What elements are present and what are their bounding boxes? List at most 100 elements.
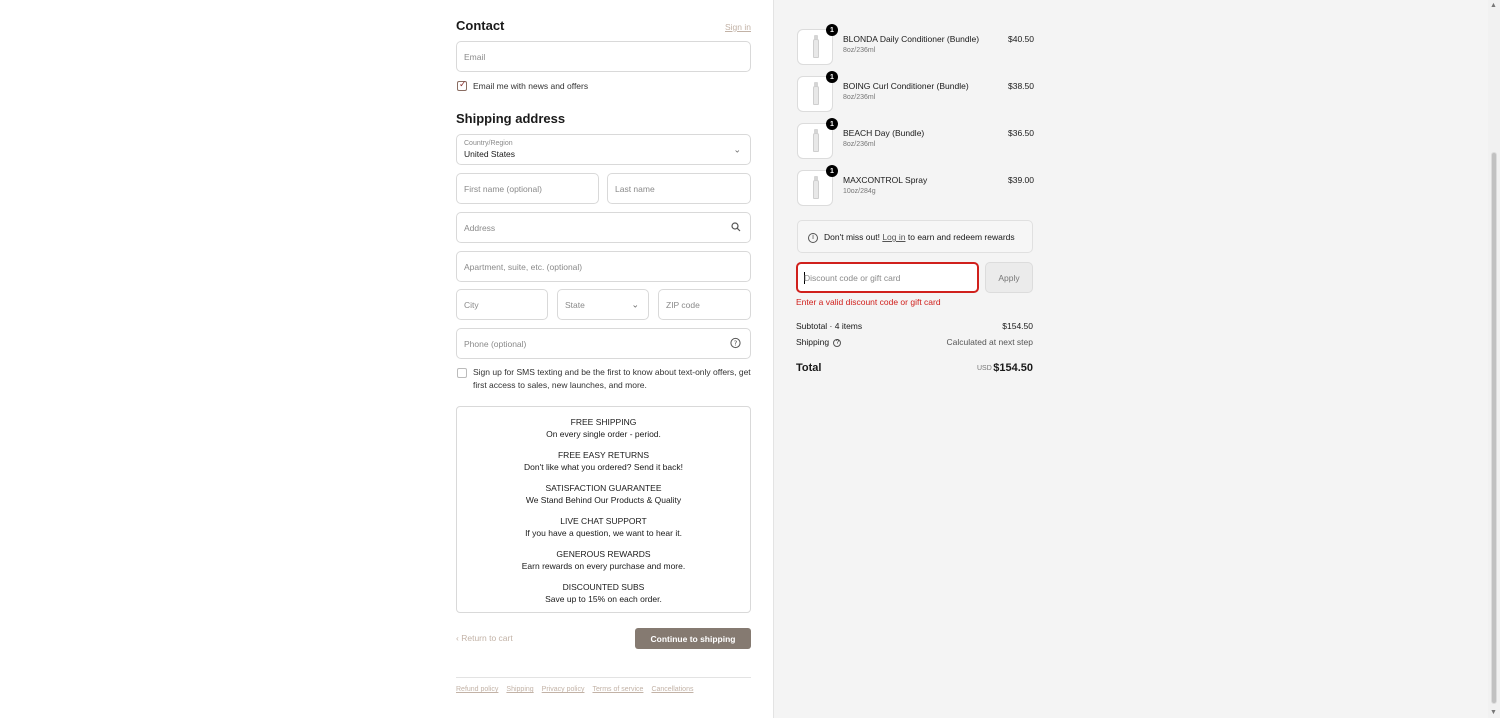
first-name-field[interactable]: First name (optional) bbox=[456, 173, 599, 204]
return-to-cart-label: Return to cart bbox=[461, 633, 513, 643]
sms-label: Sign up for SMS texting and be the first… bbox=[473, 366, 753, 391]
rewards-notice: i Don't miss out! Log in to earn and red… bbox=[797, 220, 1033, 253]
sms-checkbox[interactable] bbox=[457, 368, 467, 378]
address-placeholder: Address bbox=[464, 222, 496, 233]
benefit-item: FREE EASY RETURNS Don't like what you or… bbox=[457, 449, 750, 473]
email-field[interactable]: Email bbox=[456, 41, 751, 72]
cart-item: 1 MAXCONTROL Spray 10oz/284g $39.00 bbox=[797, 165, 1034, 206]
search-icon bbox=[731, 221, 741, 234]
cart-item: 1 BEACH Day (Bundle) 8oz/236ml $36.50 bbox=[797, 118, 1034, 159]
page-scrollbar[interactable]: ▲ ▼ bbox=[1488, 0, 1500, 718]
help-icon[interactable]: ? bbox=[730, 337, 741, 350]
last-name-placeholder: Last name bbox=[615, 183, 655, 194]
cart-item: 1 BOING Curl Conditioner (Bundle) 8oz/23… bbox=[797, 71, 1034, 112]
total-label: Total bbox=[796, 362, 822, 374]
first-name-placeholder: First name (optional) bbox=[464, 183, 542, 194]
item-price: $40.50 bbox=[1008, 34, 1034, 44]
shipping-row: Shipping ? Calculated at next step bbox=[796, 337, 1033, 347]
state-placeholder: State bbox=[565, 299, 585, 310]
phone-placeholder: Phone (optional) bbox=[464, 338, 527, 349]
benefit-title: LIVE CHAT SUPPORT bbox=[560, 516, 647, 526]
rewards-text: Don't miss out! Log in to earn and redee… bbox=[824, 232, 1015, 242]
benefit-title: GENEROUS REWARDS bbox=[556, 549, 651, 559]
chevron-left-icon: ‹ bbox=[456, 633, 459, 643]
quantity-badge: 1 bbox=[826, 24, 838, 36]
item-name: BOING Curl Conditioner (Bundle) bbox=[843, 81, 969, 91]
benefit-title: SATISFACTION GUARANTEE bbox=[545, 483, 662, 493]
info-icon: i bbox=[808, 233, 818, 243]
benefit-title: FREE EASY RETURNS bbox=[557, 450, 649, 460]
benefit-item: LIVE CHAT SUPPORT If you have a question… bbox=[457, 515, 750, 539]
scrollbar-thumb[interactable] bbox=[1491, 152, 1497, 704]
newsletter-label: Email me with news and offers bbox=[473, 81, 589, 91]
sms-line-2: first access to sales, new launches, and… bbox=[473, 379, 647, 390]
benefit-text: On every single order - period. bbox=[546, 429, 661, 439]
item-size: 10oz/284g bbox=[843, 188, 876, 195]
footer-links: Refund policy Shipping Privacy policy Te… bbox=[456, 686, 693, 693]
sign-in-link[interactable]: Sign in bbox=[725, 22, 751, 32]
continue-to-shipping-button[interactable]: Continue to shipping bbox=[635, 628, 751, 649]
scroll-down-arrow-icon[interactable]: ▼ bbox=[1490, 709, 1497, 716]
phone-field[interactable]: Phone (optional) ? bbox=[456, 328, 751, 359]
chevron-down-icon: ⌄ bbox=[631, 299, 639, 309]
shipping-policy-link[interactable]: Shipping bbox=[506, 686, 533, 693]
scroll-up-arrow-icon[interactable]: ▲ bbox=[1490, 2, 1497, 9]
product-image: 1 bbox=[797, 165, 838, 206]
zip-placeholder: ZIP code bbox=[666, 299, 700, 310]
item-price: $38.50 bbox=[1008, 81, 1034, 91]
terms-of-service-link[interactable]: Terms of service bbox=[592, 686, 643, 693]
email-placeholder: Email bbox=[464, 51, 486, 62]
benefit-text: We Stand Behind Our Products & Quality bbox=[525, 495, 682, 505]
product-image: 1 bbox=[797, 118, 838, 159]
country-select[interactable]: Country/Region United States ⌄ bbox=[456, 134, 751, 165]
shipping-value: Calculated at next step bbox=[946, 337, 1033, 347]
last-name-field[interactable]: Last name bbox=[607, 173, 751, 204]
discount-placeholder: Discount code or gift card bbox=[804, 273, 901, 283]
country-value: United States bbox=[464, 149, 516, 159]
cancellations-link[interactable]: Cancellations bbox=[651, 686, 693, 693]
quantity-badge: 1 bbox=[826, 118, 838, 130]
city-field[interactable]: City bbox=[456, 289, 548, 320]
cart-item: 1 BLONDA Daily Conditioner (Bundle) 8oz/… bbox=[797, 24, 1034, 65]
country-label: Country/Region bbox=[464, 140, 513, 147]
item-size: 8oz/236ml bbox=[843, 47, 876, 54]
rewards-login-link[interactable]: Log in bbox=[882, 232, 905, 242]
item-price: $39.00 bbox=[1008, 175, 1034, 185]
chevron-down-icon: ⌄ bbox=[733, 144, 741, 154]
zip-field[interactable]: ZIP code bbox=[658, 289, 751, 320]
item-size: 8oz/236ml bbox=[843, 141, 876, 148]
subtotal-row: Subtotal · 4 items $154.50 bbox=[796, 321, 1033, 331]
discount-code-input[interactable]: Discount code or gift card bbox=[796, 262, 979, 293]
benefit-item: FREE SHIPPING On every single order - pe… bbox=[457, 416, 750, 440]
apartment-field[interactable]: Apartment, suite, etc. (optional) bbox=[456, 251, 751, 282]
privacy-policy-link[interactable]: Privacy policy bbox=[542, 686, 585, 693]
help-icon[interactable]: ? bbox=[833, 338, 842, 347]
benefit-text: Earn rewards on every purchase and more. bbox=[521, 561, 686, 571]
benefit-title: FREE SHIPPING bbox=[570, 417, 637, 427]
quantity-badge: 1 bbox=[826, 165, 838, 177]
benefit-title: DISCOUNTED SUBS bbox=[562, 582, 645, 592]
state-select[interactable]: State ⌄ bbox=[557, 289, 649, 320]
refund-policy-link[interactable]: Refund policy bbox=[456, 686, 498, 693]
benefit-text: Don't like what you ordered? Send it bac… bbox=[524, 462, 683, 472]
item-price: $36.50 bbox=[1008, 128, 1034, 138]
benefit-text: Save up to 15% on each order. bbox=[545, 594, 662, 604]
apartment-placeholder: Apartment, suite, etc. (optional) bbox=[464, 261, 583, 272]
contact-heading: Contact bbox=[456, 18, 505, 33]
rewards-suffix: to earn and redeem rewards bbox=[907, 232, 1015, 242]
city-placeholder: City bbox=[464, 299, 479, 310]
footer-divider bbox=[456, 677, 751, 678]
sms-line-1: Sign up for SMS texting and be the first… bbox=[473, 367, 751, 377]
newsletter-checkbox[interactable] bbox=[457, 79, 467, 91]
discount-error-message: Enter a valid discount code or gift card bbox=[796, 297, 941, 307]
item-size: 8oz/236ml bbox=[843, 94, 876, 101]
apply-discount-button[interactable]: Apply bbox=[985, 262, 1033, 293]
rewards-prefix: Don't miss out! bbox=[824, 232, 880, 242]
address-field[interactable]: Address bbox=[456, 212, 751, 243]
checkout-form-panel: Contact Sign in Email Email me with news… bbox=[0, 0, 773, 718]
product-image: 1 bbox=[797, 71, 838, 112]
product-image: 1 bbox=[797, 24, 838, 65]
return-to-cart-link[interactable]: ‹ Return to cart bbox=[456, 633, 513, 643]
benefit-text: If you have a question, we want to hear … bbox=[525, 528, 682, 538]
benefit-item: DISCOUNTED SUBS Save up to 15% on each o… bbox=[457, 581, 750, 605]
